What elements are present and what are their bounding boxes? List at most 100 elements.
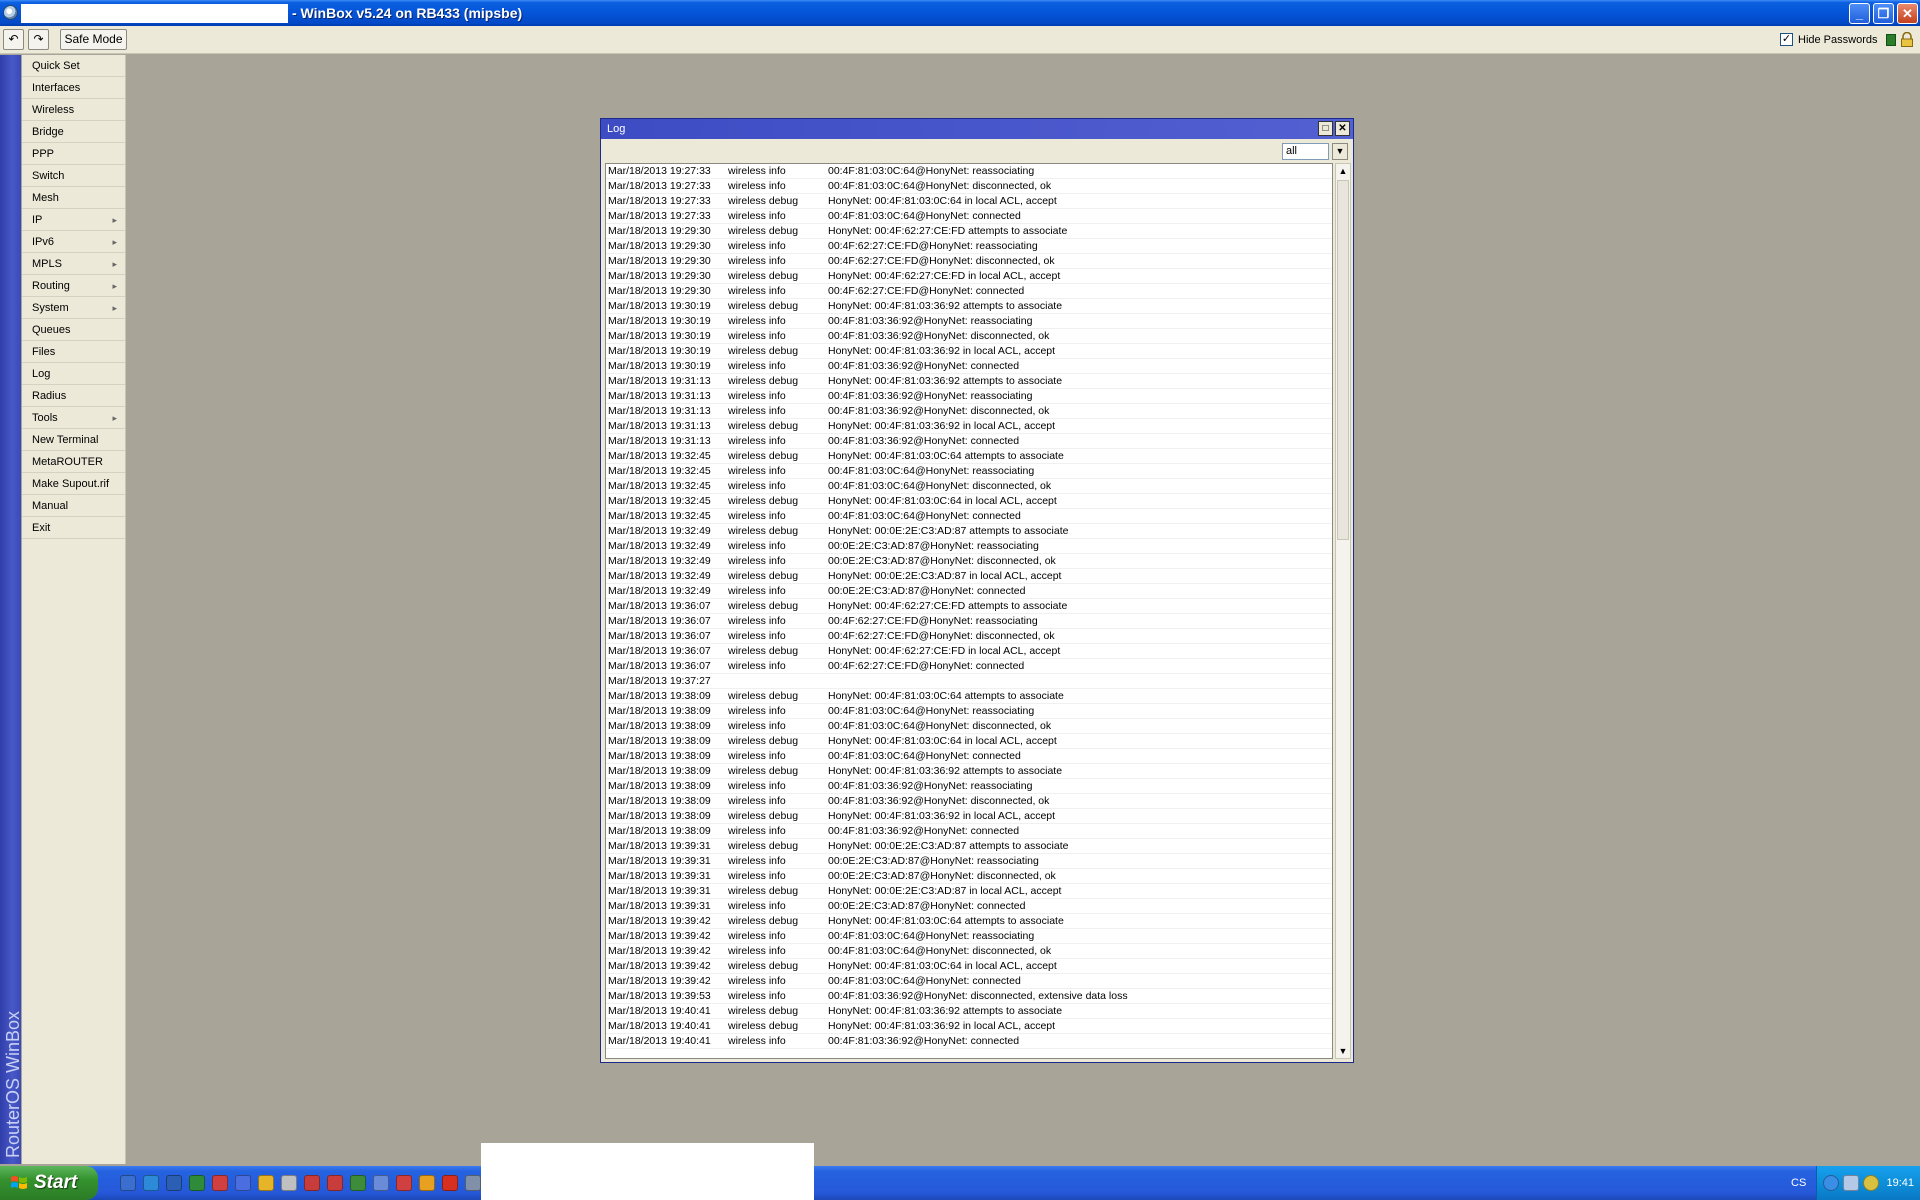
log-row[interactable]: Mar/18/2013 19:38:09 wireless info 00:4F:8… [606,794,1332,809]
log-row[interactable]: Mar/18/2013 19:36:07 wireless debug HonyNe… [606,644,1332,659]
sidebar-item-new-terminal[interactable]: New Terminal [22,429,125,451]
log-row[interactable]: Mar/18/2013 19:40:41 wireless debug HonyNe… [606,1004,1332,1019]
sidebar-item-ip[interactable]: IP ▸ [22,209,125,231]
chrome-icon[interactable] [419,1175,435,1191]
log-row[interactable]: Mar/18/2013 19:39:42 wireless debug HonyNe… [606,914,1332,929]
undo-button[interactable]: ↶ [3,29,24,50]
log-row[interactable]: Mar/18/2013 19:38:09 wireless debug HonyNe… [606,734,1332,749]
app-icon[interactable] [350,1175,366,1191]
log-window-titlebar[interactable]: Log □ ✕ [601,119,1353,139]
ie-icon[interactable] [143,1175,159,1191]
log-row[interactable]: Mar/18/2013 19:27:33 wireless info 00:4F:8… [606,179,1332,194]
sidebar-item-queues[interactable]: Queues [22,319,125,341]
log-row[interactable]: Mar/18/2013 19:38:09 wireless debug HonyNe… [606,809,1332,824]
log-row[interactable]: Mar/18/2013 19:39:53 wireless info 00:4F:8… [606,989,1332,1004]
log-row[interactable]: Mar/18/2013 19:31:13 wireless debug HonyNe… [606,419,1332,434]
log-row[interactable]: Mar/18/2013 19:29:30 wireless debug HonyNe… [606,269,1332,284]
sidebar-item-ipv6[interactable]: IPv6 ▸ [22,231,125,253]
log-row[interactable]: Mar/18/2013 19:29:30 wireless info 00:4F:6… [606,284,1332,299]
app-icon[interactable] [373,1175,389,1191]
log-row[interactable]: Mar/18/2013 19:30:19 wireless debug HonyNe… [606,299,1332,314]
sidebar-item-ppp[interactable]: PPP [22,143,125,165]
log-row[interactable]: Mar/18/2013 19:32:49 wireless info 00:0E:2… [606,584,1332,599]
log-row[interactable]: Mar/18/2013 19:38:09 wireless info 00:4F:8… [606,749,1332,764]
app-icon[interactable] [120,1175,136,1191]
scroll-up-icon[interactable]: ▲ [1336,164,1350,178]
app-icon[interactable] [396,1175,412,1191]
log-row[interactable]: Mar/18/2013 19:29:30 wireless info 00:4F:6… [606,254,1332,269]
word-icon[interactable] [166,1175,182,1191]
winbox-icon[interactable] [465,1175,481,1191]
minimize-button[interactable]: _ [1849,3,1870,24]
log-row[interactable]: Mar/18/2013 19:38:09 wireless debug HonyNe… [606,689,1332,704]
log-row[interactable]: Mar/18/2013 19:29:30 wireless info 00:4F:6… [606,239,1332,254]
sidebar-item-tools[interactable]: Tools ▸ [22,407,125,429]
log-row[interactable]: Mar/18/2013 19:32:49 wireless info 00:0E:2… [606,539,1332,554]
log-row[interactable]: Mar/18/2013 19:36:07 wireless debug HonyNe… [606,599,1332,614]
log-row[interactable]: Mar/18/2013 19:39:31 wireless debug HonyNe… [606,839,1332,854]
log-row[interactable]: Mar/18/2013 19:36:07 wireless info 00:4F:6… [606,629,1332,644]
log-row[interactable]: Mar/18/2013 19:38:09 wireless info 00:4F:8… [606,779,1332,794]
log-scrollbar[interactable]: ▲ ▼ [1335,163,1351,1059]
log-row[interactable]: Mar/18/2013 19:32:45 wireless info 00:4F:8… [606,509,1332,524]
sidebar-item-mpls[interactable]: MPLS ▸ [22,253,125,275]
log-row[interactable]: Mar/18/2013 19:39:31 wireless info 00:0E:2… [606,869,1332,884]
log-row[interactable]: Mar/18/2013 19:30:19 wireless info 00:4F:8… [606,314,1332,329]
sidebar-item-routing[interactable]: Routing ▸ [22,275,125,297]
log-row[interactable]: Mar/18/2013 19:40:41 wireless debug HonyNe… [606,1019,1332,1034]
app-icon[interactable] [327,1175,343,1191]
app-icon[interactable] [281,1175,297,1191]
maximize-button[interactable]: ❐ [1873,3,1894,24]
log-row[interactable]: Mar/18/2013 19:31:13 wireless info 00:4F:8… [606,389,1332,404]
sidebar-item-radius[interactable]: Radius [22,385,125,407]
log-row[interactable]: Mar/18/2013 19:27:33 wireless debug HonyNe… [606,194,1332,209]
log-row[interactable]: Mar/18/2013 19:29:30 wireless debug HonyNe… [606,224,1332,239]
close-icon[interactable]: ✕ [1335,121,1350,136]
log-row[interactable]: Mar/18/2013 19:39:42 wireless debug HonyNe… [606,959,1332,974]
log-row[interactable]: Mar/18/2013 19:39:31 wireless info 00:0E:2… [606,899,1332,914]
sidebar-item-quick-set[interactable]: Quick Set [22,55,125,77]
sidebar-item-metarouter[interactable]: MetaROUTER [22,451,125,473]
log-row[interactable]: Mar/18/2013 19:31:13 wireless debug HonyNe… [606,374,1332,389]
log-row[interactable]: Mar/18/2013 19:32:49 wireless debug HonyNe… [606,524,1332,539]
sidebar-item-manual[interactable]: Manual [22,495,125,517]
log-row[interactable]: Mar/18/2013 19:38:09 wireless info 00:4F:8… [606,824,1332,839]
log-row[interactable]: Mar/18/2013 19:38:09 wireless info 00:4F:8… [606,719,1332,734]
sidebar-item-bridge[interactable]: Bridge [22,121,125,143]
app-icon[interactable] [258,1175,274,1191]
log-row[interactable]: Mar/18/2013 19:40:41 wireless info 00:4F:8… [606,1034,1332,1049]
maximize-icon[interactable]: □ [1318,121,1333,136]
winbox-app-icon[interactable] [3,5,18,20]
sidebar-item-log[interactable]: Log [22,363,125,385]
tray-arrow-icon[interactable] [1823,1175,1839,1191]
log-row[interactable]: Mar/18/2013 19:32:45 wireless debug HonyNe… [606,449,1332,464]
log-row[interactable]: Mar/18/2013 19:39:42 wireless info 00:4F:8… [606,944,1332,959]
log-row[interactable]: Mar/18/2013 19:32:49 wireless info 00:0E:2… [606,554,1332,569]
log-row[interactable]: Mar/18/2013 19:32:45 wireless debug HonyNe… [606,494,1332,509]
sidebar-item-files[interactable]: Files [22,341,125,363]
log-row[interactable]: Mar/18/2013 19:31:13 wireless info 00:4F:8… [606,434,1332,449]
chevron-down-icon[interactable]: ▼ [1332,143,1348,160]
sidebar-item-switch[interactable]: Switch [22,165,125,187]
hide-passwords-checkbox[interactable]: ✓ [1780,33,1793,46]
paint-icon[interactable] [212,1175,228,1191]
security-icon[interactable] [1863,1175,1879,1191]
log-row[interactable]: Mar/18/2013 19:30:19 wireless info 00:4F:8… [606,359,1332,374]
log-row[interactable]: Mar/18/2013 19:39:31 wireless info 00:0E:2… [606,854,1332,869]
log-row[interactable]: Mar/18/2013 19:27:33 wireless info 00:4F:8… [606,164,1332,179]
log-row[interactable]: Mar/18/2013 19:27:33 wireless info 00:4F:8… [606,209,1332,224]
log-row[interactable]: Mar/18/2013 19:36:07 wireless info 00:4F:6… [606,614,1332,629]
log-row[interactable]: Mar/18/2013 19:30:19 wireless info 00:4F:8… [606,329,1332,344]
sidebar-item-wireless[interactable]: Wireless [22,99,125,121]
network-icon[interactable] [1843,1175,1859,1191]
log-row[interactable]: Mar/18/2013 19:36:07 wireless info 00:4F:6… [606,659,1332,674]
sidebar-item-mesh[interactable]: Mesh [22,187,125,209]
redo-button[interactable]: ↷ [28,29,49,50]
log-row[interactable]: Mar/18/2013 19:39:42 wireless info 00:4F:8… [606,974,1332,989]
log-row[interactable]: Mar/18/2013 19:32:45 wireless info 00:4F:8… [606,464,1332,479]
log-row[interactable]: Mar/18/2013 19:37:27 [606,674,1332,689]
log-filter-select[interactable]: all [1282,143,1329,160]
sidebar-item-make-supout-rif[interactable]: Make Supout.rif [22,473,125,495]
app-icon[interactable] [304,1175,320,1191]
safe-mode-button[interactable]: Safe Mode [60,29,127,50]
